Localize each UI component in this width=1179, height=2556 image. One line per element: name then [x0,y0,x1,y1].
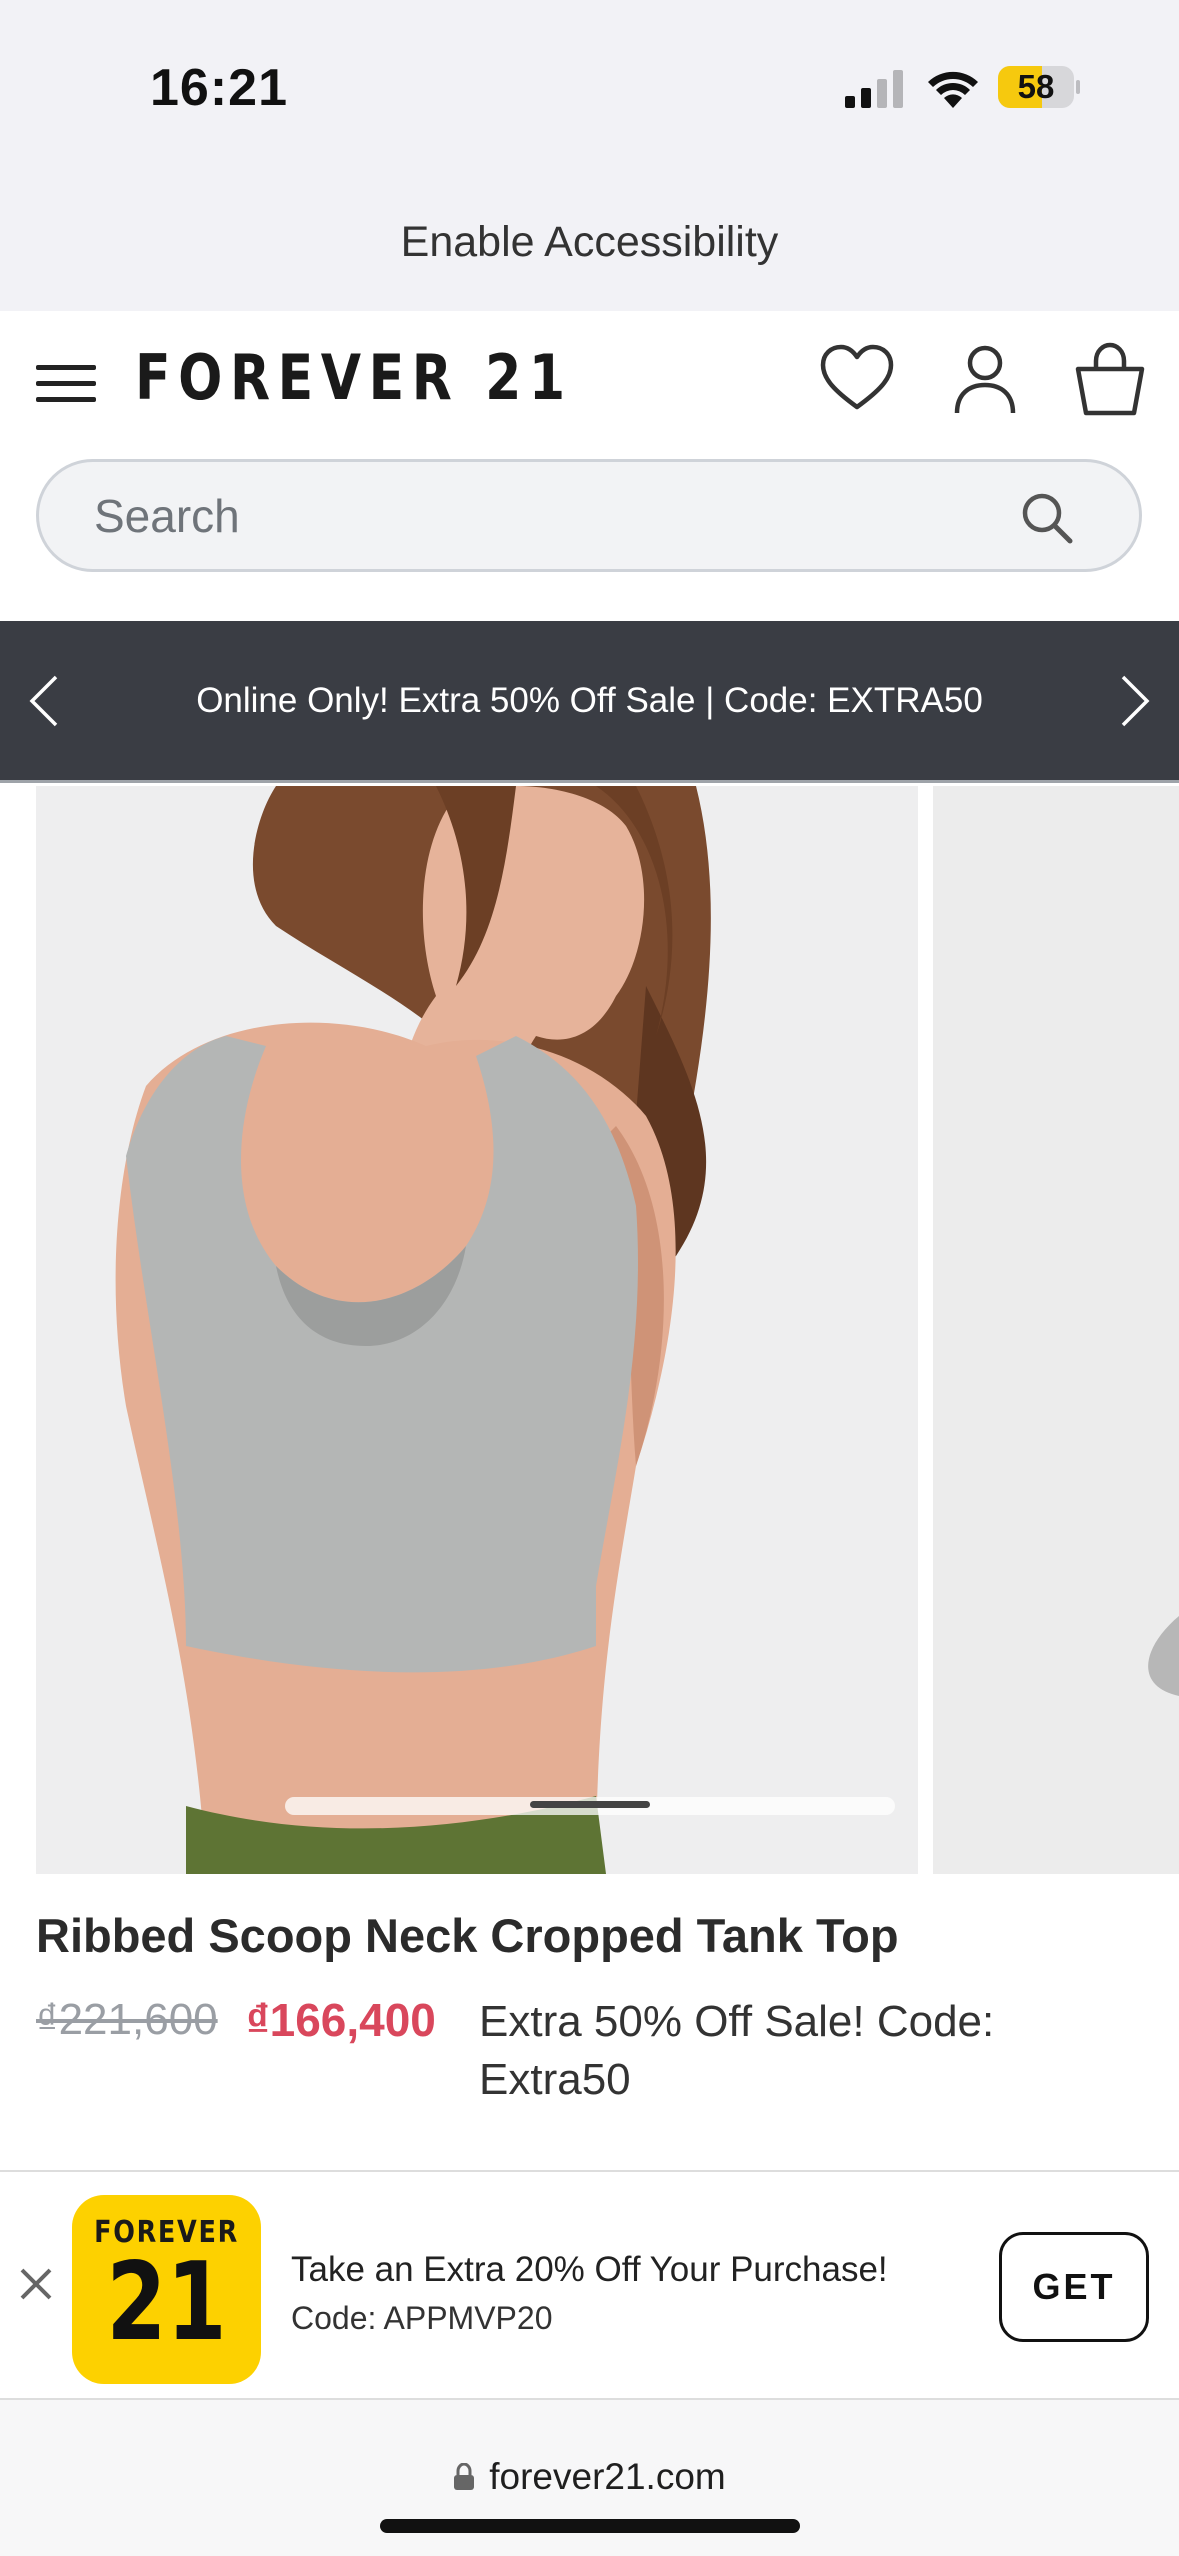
cellular-signal-icon [845,70,903,108]
hamburger-menu-icon[interactable] [36,361,96,405]
forever21-logo[interactable]: FOREVER 21 [135,341,573,414]
app-logo: FOREVER 21 [72,2195,261,2384]
next-product-image[interactable] [933,786,1179,1874]
search-icon[interactable] [1019,490,1075,546]
site-header: FOREVER 21 [0,311,1179,451]
original-price: ₫221,600 [36,1995,218,2044]
status-bar: 16:21 58 [0,0,1179,170]
url-text[interactable]: forever21.com [489,2456,726,2497]
sale-price: ₫166,400 [246,1994,436,2046]
shopping-bag-icon[interactable] [1070,339,1150,419]
product-photo [36,786,918,1874]
app-install-banner: FOREVER 21 Take an Extra 20% Off Your Pu… [0,2170,1179,2400]
battery-percent: 58 [1017,68,1055,105]
search-input[interactable] [94,484,994,548]
home-indicator[interactable] [380,2519,800,2533]
status-time: 16:21 [150,59,288,117]
app-logo-number: 21 [106,2240,227,2365]
battery-indicator: 58 [998,66,1080,108]
product-title[interactable]: Ribbed Scoop Neck Cropped Tank Top [36,1908,899,1963]
product-image[interactable] [36,786,918,1874]
url-row[interactable]: forever21.com [0,2456,1179,2498]
chevron-right-icon[interactable] [1105,673,1161,729]
search-bar[interactable] [36,459,1142,572]
lock-icon [454,2463,475,2490]
wishlist-heart-icon[interactable] [817,339,897,419]
close-icon[interactable] [16,2264,56,2304]
get-app-button[interactable]: GET [999,2232,1149,2342]
promo-banner: Online Only! Extra 50% Off Sale | Code: … [0,621,1179,783]
wifi-icon [928,71,978,108]
app-banner-title: Take an Extra 20% Off Your Purchase! [291,2250,888,2289]
carousel-scroll-thumb[interactable] [530,1801,650,1808]
accessibility-bar: Enable Accessibility [0,170,1179,311]
promo-note: Extra 50% Off Sale! Code: Extra50 [479,1997,995,2104]
promo-banner-text[interactable]: Online Only! Extra 50% Off Sale | Code: … [100,621,1079,780]
chevron-left-icon[interactable] [18,673,74,729]
account-user-icon[interactable] [945,339,1025,419]
app-banner-code: Code: APPMVP20 [291,2300,553,2336]
next-product-photo [933,786,1179,1874]
enable-accessibility-link[interactable]: Enable Accessibility [401,218,779,267]
image-carousel-scrollbar[interactable] [285,1797,895,1815]
